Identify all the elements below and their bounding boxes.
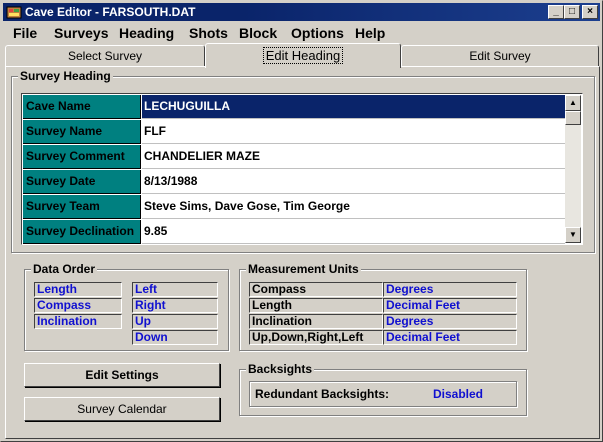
group-title: Survey Heading xyxy=(18,69,113,83)
backsights-label: Redundant Backsights: xyxy=(255,387,390,401)
tab-label: Select Survey xyxy=(67,49,143,63)
menu-options[interactable]: Options xyxy=(291,24,344,42)
group-title: Data Order xyxy=(31,262,98,276)
menu-heading[interactable]: Heading xyxy=(119,24,174,42)
grid-row-survey-date[interactable]: Survey Date 8/13/1988 xyxy=(23,170,565,195)
tab-label: Edit Heading xyxy=(262,47,344,64)
group-title: Backsights xyxy=(246,362,315,376)
grid-row-survey-comment[interactable]: Survey Comment CHANDELIER MAZE xyxy=(23,145,565,170)
edit-settings-button[interactable]: Edit Settings xyxy=(24,363,220,387)
unit-name: Inclination xyxy=(249,314,383,329)
menu-file[interactable]: File xyxy=(13,24,37,42)
grid-key: Cave Name xyxy=(23,95,141,119)
grid-value[interactable]: 8/13/1988 xyxy=(142,170,565,194)
group-title: Measurement Units xyxy=(246,262,361,276)
grid-value[interactable]: LECHUGUILLA xyxy=(142,95,565,119)
survey-heading-grid[interactable]: Cave Name LECHUGUILLA Survey Name FLF Su… xyxy=(21,93,583,245)
window-title: Cave Editor - FARSOUTH.DAT xyxy=(25,5,196,19)
vertical-scrollbar[interactable]: ▲ ▼ xyxy=(565,95,581,243)
scroll-thumb[interactable] xyxy=(565,111,581,125)
data-order-item: Left xyxy=(132,282,218,297)
scroll-down-button[interactable]: ▼ xyxy=(565,227,581,243)
grid-value[interactable]: CHANDELIER MAZE xyxy=(142,145,565,169)
backsights-box: Redundant Backsights: Disabled xyxy=(249,381,517,407)
close-button[interactable]: × xyxy=(582,5,598,19)
menu-block[interactable]: Block xyxy=(239,24,277,42)
grid-row-survey-declination[interactable]: Survey Declination 9.85 xyxy=(23,220,565,245)
survey-calendar-button[interactable]: Survey Calendar xyxy=(24,397,220,421)
app-icon xyxy=(6,6,22,19)
grid-key: Survey Date xyxy=(23,170,141,194)
unit-value: Degrees xyxy=(383,282,517,297)
menu-shots[interactable]: Shots xyxy=(189,24,228,42)
data-order-item: Length xyxy=(34,282,122,297)
grid-key: Survey Comment xyxy=(23,145,141,169)
grid-row-cave-name[interactable]: Cave Name LECHUGUILLA xyxy=(23,95,565,120)
tab-edit-survey[interactable]: Edit Survey xyxy=(401,45,599,66)
unit-value: Decimal Feet xyxy=(383,298,517,313)
tab-edit-heading[interactable]: Edit Heading xyxy=(205,43,401,68)
menu-surveys[interactable]: Surveys xyxy=(54,24,108,42)
unit-value: Decimal Feet xyxy=(383,330,517,345)
tab-select-survey[interactable]: Select Survey xyxy=(5,45,205,66)
tab-label: Edit Survey xyxy=(469,49,531,63)
menu-bar: File Surveys Heading Shots Block Options… xyxy=(3,22,600,42)
grid-key: Survey Declination xyxy=(23,220,141,244)
grid-value[interactable]: FLF xyxy=(142,120,565,144)
grid-key: Survey Name xyxy=(23,120,141,144)
grid-row-survey-team[interactable]: Survey Team Steve Sims, Dave Gose, Tim G… xyxy=(23,195,565,220)
data-order-item: Inclination xyxy=(34,314,122,329)
data-order-item: Right xyxy=(132,298,218,313)
unit-name: Length xyxy=(249,298,383,313)
unit-name: Compass xyxy=(249,282,383,297)
main-window: Cave Editor - FARSOUTH.DAT _ □ × File Su… xyxy=(0,0,603,442)
title-bar[interactable]: Cave Editor - FARSOUTH.DAT _ □ × xyxy=(3,3,600,21)
grid-key: Survey Team xyxy=(23,195,141,219)
backsights-value[interactable]: Disabled xyxy=(433,382,483,406)
minimize-button[interactable]: _ xyxy=(548,5,564,19)
maximize-button[interactable]: □ xyxy=(564,5,580,19)
unit-value: Degrees xyxy=(383,314,517,329)
grid-value[interactable]: 9.85 xyxy=(142,220,565,244)
data-order-item: Down xyxy=(132,330,218,345)
unit-name: Up,Down,Right,Left xyxy=(249,330,383,345)
grid-value[interactable]: Steve Sims, Dave Gose, Tim George xyxy=(142,195,565,219)
scroll-up-button[interactable]: ▲ xyxy=(565,95,581,111)
data-order-item: Up xyxy=(132,314,218,329)
grid-row-survey-name[interactable]: Survey Name FLF xyxy=(23,120,565,145)
data-order-item: Compass xyxy=(34,298,122,313)
menu-help[interactable]: Help xyxy=(355,24,385,42)
